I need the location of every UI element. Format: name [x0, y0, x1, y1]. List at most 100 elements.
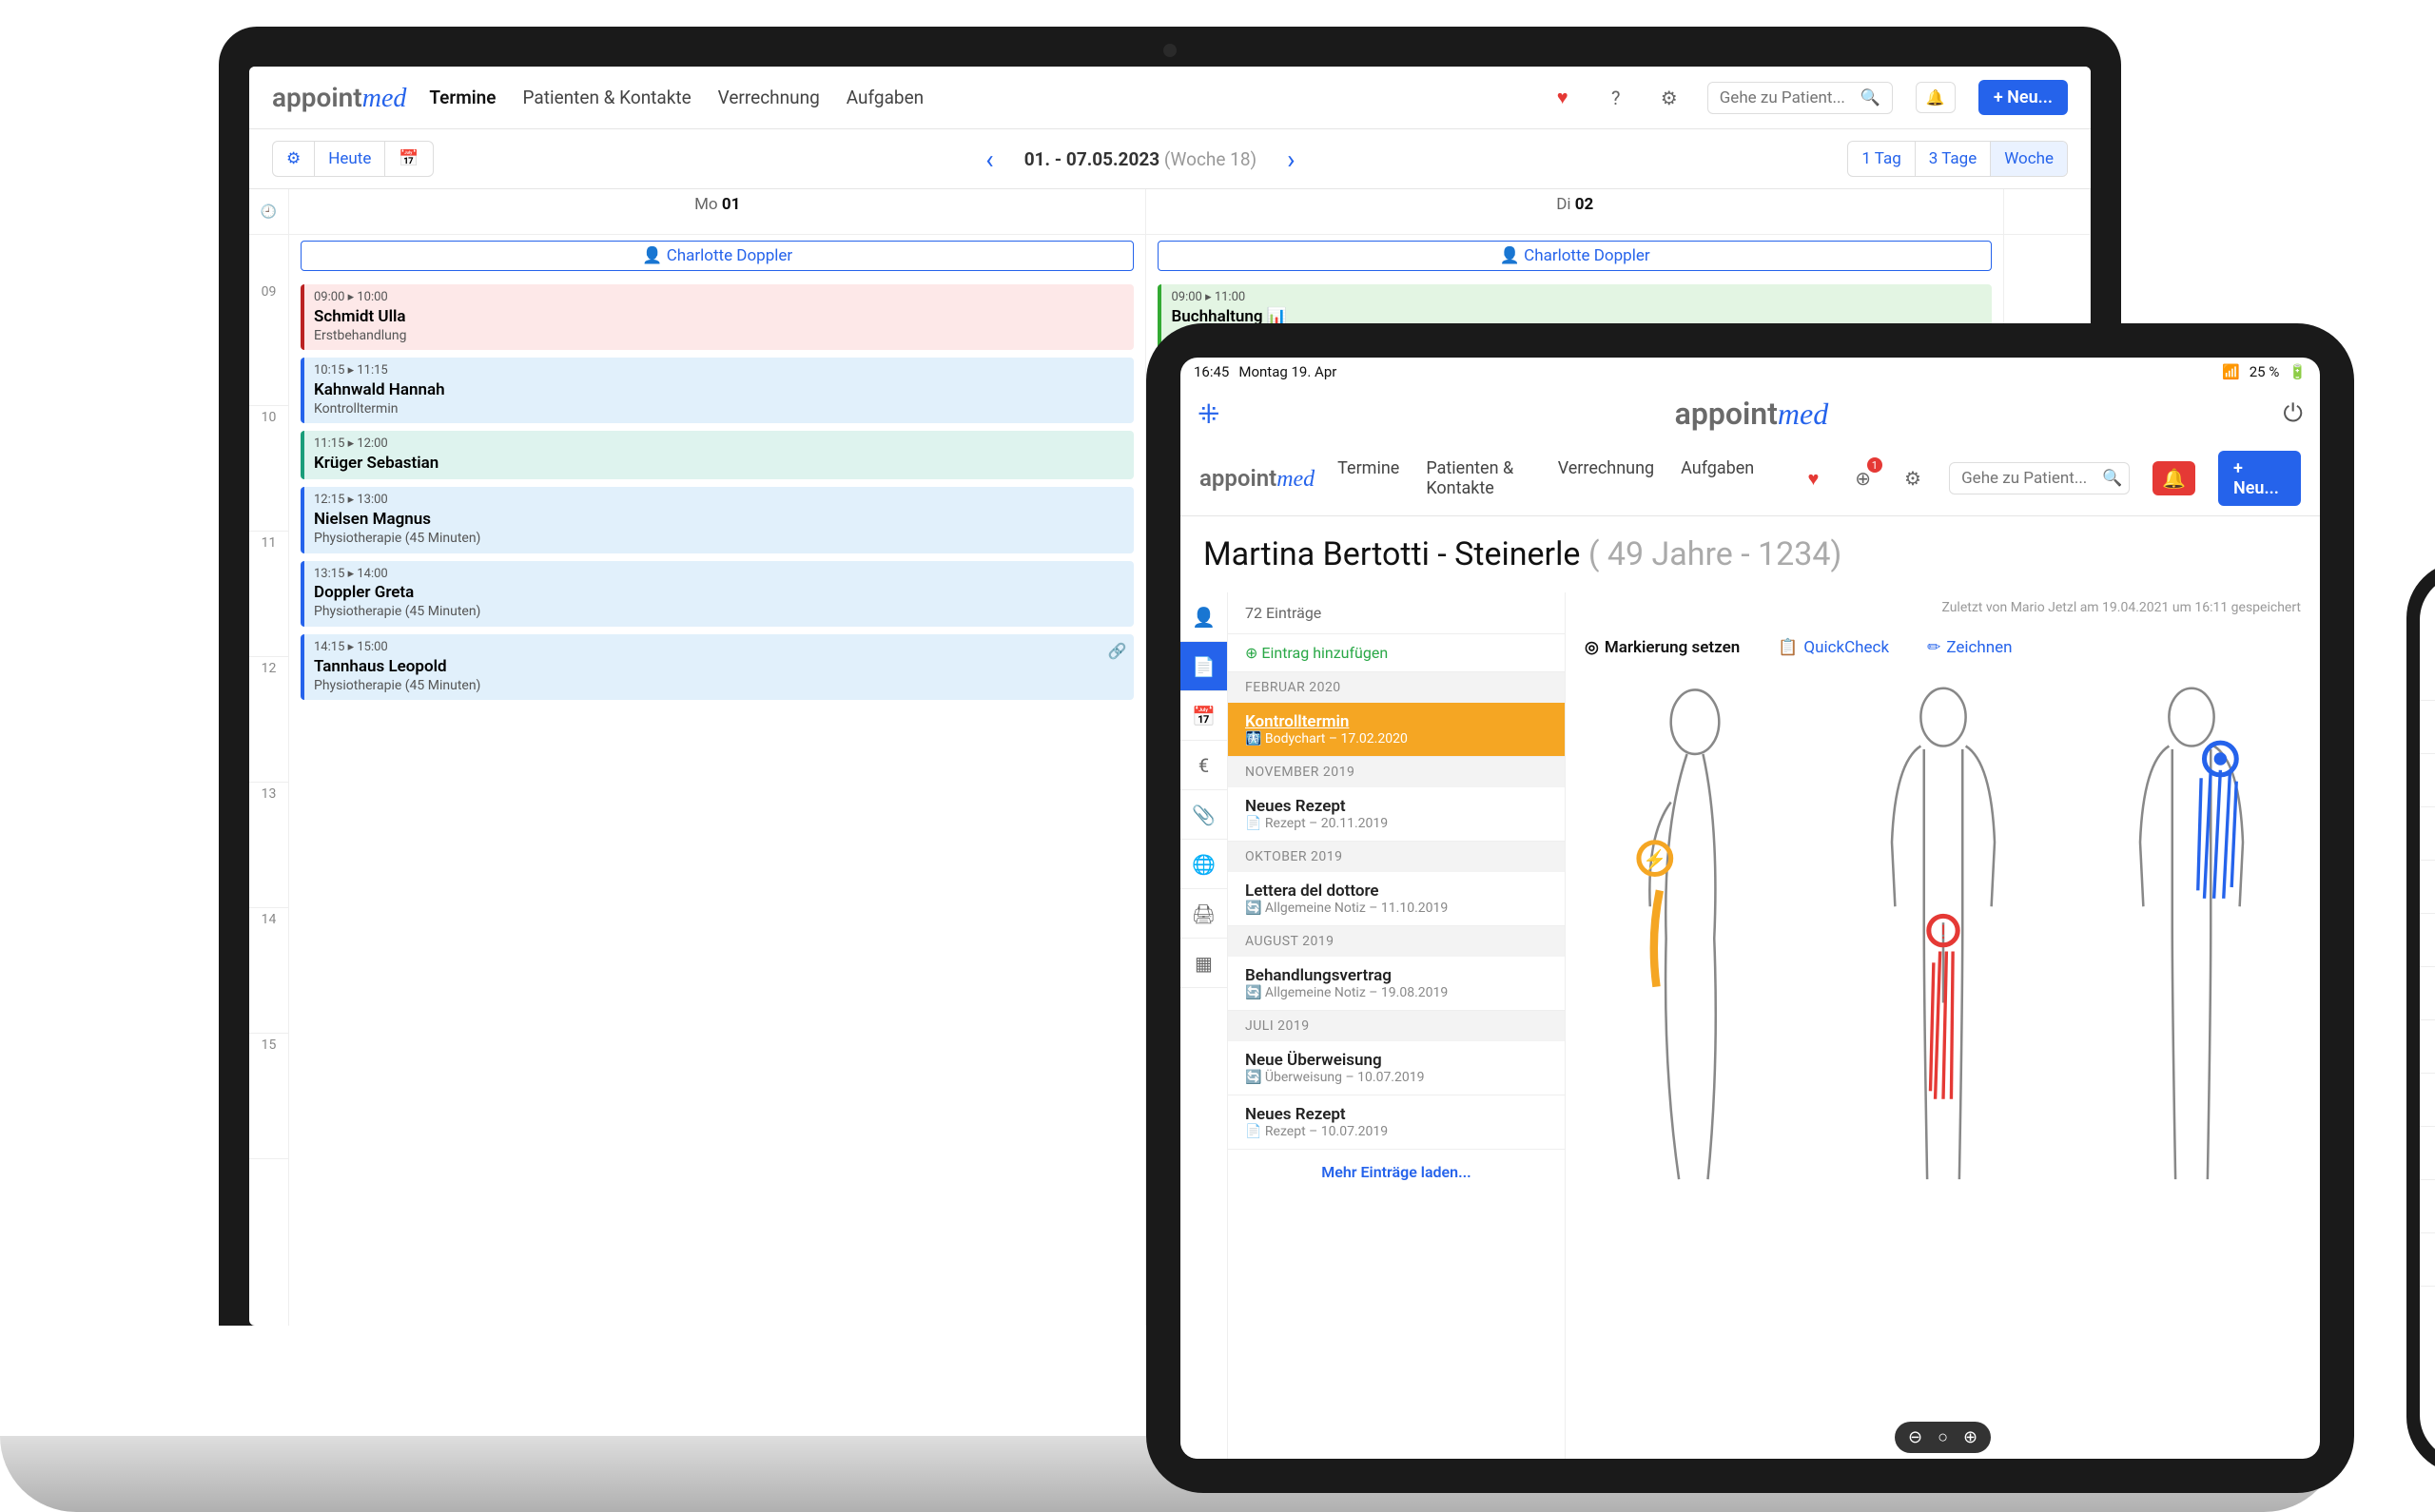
nav-aufgaben[interactable]: Aufgaben [847, 87, 924, 108]
date-range-label: 01. - 07.05.2023 (Woche 18) [1024, 148, 1256, 170]
prev-week-button[interactable]: ‹ [966, 144, 1012, 175]
search-input[interactable] [1720, 88, 1853, 107]
search-icon: 🔍 [1860, 88, 1880, 107]
side-print-icon[interactable]: 🖨 [1180, 889, 1227, 939]
calendar-slot[interactable]: 09:00 ▸ 10:00Schmidt UllaErstbehandlung [301, 284, 1134, 350]
qr-icon[interactable]: ⁜ [1198, 398, 1219, 430]
patient-list-item[interactable]: Habenbacher Mario📞 [2420, 914, 2435, 967]
view-3day[interactable]: 3 Tage [1916, 142, 1991, 176]
zoom-reset-button[interactable]: ○ [1938, 1427, 1948, 1447]
bodychart-tools: ◎ Markierung setzen 📋 QuickCheck ✏ Zeich… [1585, 623, 2301, 672]
tool-quickcheck[interactable]: 📋 QuickCheck [1778, 638, 1889, 657]
patient-list-item[interactable]: Gunkl Bernhard📞 [2420, 861, 2435, 914]
tablet-bezel: 16:45 Montag 19. Apr 📶 25 % 🔋 ⁜ appointm… [1146, 323, 2354, 1493]
tool-marker[interactable]: ◎ Markierung setzen [1585, 638, 1740, 657]
nav-verrechnung[interactable]: Verrechnung [1558, 458, 1654, 498]
alerts-icon[interactable]: ⊕ [1850, 463, 1877, 494]
nav-termine[interactable]: Termine [429, 87, 496, 108]
day-header: Di 02 [1146, 189, 2002, 235]
battery-icon: 🔋 [2289, 363, 2307, 380]
therapist-chip[interactable]: 👤 Charlotte Doppler [1158, 241, 1991, 271]
laptop-topbar: appointmed Termine Patienten & Kontakte … [249, 67, 2091, 129]
next-week-button[interactable]: › [1268, 144, 1314, 175]
add-entry-button[interactable]: ⊕ Eintrag hinzufügen [1228, 634, 1565, 672]
view-week[interactable]: Woche [1991, 142, 2067, 176]
patient-list-item[interactable]: Grootinger Markus📞 [2420, 754, 2435, 807]
nav-patienten[interactable]: Patienten & Kontakte [1426, 458, 1530, 498]
phone-statusbar: 15:20 ↗ ••• 📶 🔋 [2420, 574, 2435, 607]
day-slots: 09:00 ▸ 10:00Schmidt UllaErstbehandlung 1… [289, 277, 1145, 1326]
new-button[interactable]: + Neu... [2218, 451, 2301, 506]
entry-item[interactable]: Neues Rezept📄 Rezept – 10.07.2019 [1228, 1095, 1565, 1150]
patient-list-item[interactable]: Gruber Stefan📞 [2420, 807, 2435, 861]
heart-icon[interactable]: ♥ [1548, 83, 1578, 113]
side-calendar-icon[interactable]: 📅 [1180, 691, 1227, 741]
calendar-slot[interactable]: 13:15 ▸ 14:00Doppler GretaPhysiotherapie… [301, 561, 1134, 627]
help-icon[interactable]: ? [1601, 83, 1631, 113]
phone-app-row: ⁜ appointmed ⏻ [2420, 607, 2435, 649]
today-button[interactable]: Heute [315, 142, 385, 176]
nav-verrechnung[interactable]: Verrechnung [718, 87, 820, 108]
new-button[interactable]: + Neu... [1978, 80, 2068, 115]
body-back-view[interactable] [2111, 682, 2272, 1195]
patient-list-item[interactable]: Höllbacher Fabio📞 [2420, 1233, 2435, 1287]
body-side-view[interactable]: ⚡ [1614, 682, 1776, 1195]
entry-item[interactable]: Kontrolltermin🩻 Bodychart – 17.02.2020 [1228, 703, 1565, 757]
zoom-control: ⊖ ○ ⊕ [1895, 1422, 1991, 1453]
power-icon[interactable]: ⏻ [2283, 399, 2303, 429]
patient-list-item[interactable]: Hofer Markus📞 [2420, 1074, 2435, 1127]
side-document-icon[interactable]: 📄 [1180, 642, 1227, 691]
zoom-in-button[interactable]: ⊕ [1963, 1427, 1977, 1447]
body-front-view[interactable]: ! [1862, 682, 2024, 1195]
settings-icon[interactable]: ⚙ [1899, 463, 1926, 494]
entry-item[interactable]: Behandlungsvertrag🔄 Allgemeine Notiz – 1… [1228, 957, 1565, 1011]
bodychart-panel: Zuletzt von Mario Jetzl am 19.04.2021 um… [1566, 592, 2320, 1459]
side-person-icon[interactable]: 👤 [1180, 592, 1227, 642]
phone-screen: 15:20 ↗ ••• 📶 🔋 ⁜ appointmed ⏻ appointme… [2420, 574, 2435, 1461]
side-qr-icon[interactable]: ▦ [1180, 939, 1227, 988]
calendar-slot[interactable]: 12:15 ▸ 13:00Nielsen MagnusPhysiotherapi… [301, 487, 1134, 552]
body-views[interactable]: ⚡ ! [1585, 672, 2301, 1422]
day-column-mo: Mo 01 👤 Charlotte Doppler 09:00 ▸ 10:00S… [289, 189, 1146, 1326]
entry-item[interactable]: Neues Rezept📄 Rezept – 20.11.2019 [1228, 787, 1565, 842]
search-input[interactable] [1961, 469, 2094, 488]
patient-list-item[interactable]: Haglerer Elisabeth📞 [2420, 967, 2435, 1020]
patient-list-item[interactable]: Heinz Mario📞 [2420, 1020, 2435, 1074]
entry-item[interactable]: Lettera del dottore🔄 Allgemeine Notiz – … [1228, 872, 1565, 926]
tool-draw[interactable]: ✏ Zeichnen [1927, 638, 2012, 657]
tablet-screen: 16:45 Montag 19. Apr 📶 25 % 🔋 ⁜ appointm… [1180, 358, 2320, 1459]
calendar-slot[interactable]: 14:15 ▸ 15:00Tannhaus LeopoldPhysiothera… [301, 634, 1134, 700]
heart-icon[interactable]: ♥ [1800, 463, 1826, 494]
hour-label: 09 [249, 281, 288, 406]
hour-label: 12 [249, 657, 288, 783]
entry-item[interactable]: Neue Überweisung🔄 Überweisung – 10.07.20… [1228, 1041, 1565, 1095]
view-1day[interactable]: 1 Tag [1848, 142, 1915, 176]
notifications-button[interactable]: 🔔 [2153, 461, 2195, 495]
notifications-button[interactable]: 🔔 [1916, 82, 1956, 113]
therapist-chip[interactable]: 👤 Charlotte Doppler [301, 241, 1134, 271]
patient-title: Martina Bertotti - Steinerle ( 49 Jahre … [1180, 516, 2320, 592]
filter-button[interactable]: ⚙ [273, 142, 315, 176]
view-toggle: 1 Tag 3 Tage Woche [1847, 141, 2068, 177]
nav-patienten[interactable]: Patienten & Kontakte [523, 87, 692, 108]
time-gutter: 🕘 09 10 11 12 13 14 15 [249, 189, 289, 1326]
patient-list[interactable]: Erfinder Gernot📞Grootinger Markus📞Gruber… [2420, 701, 2435, 1461]
calendar-slot[interactable]: 10:15 ▸ 11:15Kahnwald HannahKontrollterm… [301, 358, 1134, 423]
patient-list-item[interactable]: Huber Florian📞 [2420, 1127, 2435, 1180]
hour-label: 15 [249, 1034, 288, 1159]
calendar-slot[interactable]: 11:15 ▸ 12:00Krüger Sebastian [301, 431, 1134, 479]
zoom-out-button[interactable]: ⊖ [1908, 1427, 1922, 1447]
search-box[interactable]: 🔍 [1707, 82, 1893, 114]
settings-icon[interactable]: ⚙ [1654, 83, 1685, 113]
patient-list-item[interactable]: Erfinder Gernot📞 [2420, 701, 2435, 754]
side-attachment-icon[interactable]: 📎 [1180, 790, 1227, 840]
search-box[interactable]: 🔍 [1949, 462, 2130, 494]
side-globe-icon[interactable]: 🌐 [1180, 840, 1227, 889]
nav-termine[interactable]: Termine [1337, 458, 1399, 498]
side-euro-icon[interactable]: € [1180, 741, 1227, 790]
day-header: Mo 01 [289, 189, 1145, 235]
load-more-button[interactable]: Mehr Einträge laden... [1228, 1150, 1565, 1194]
nav-aufgaben[interactable]: Aufgaben [1681, 458, 1754, 498]
calendar-button[interactable]: 📅 [385, 142, 432, 176]
patient-list-item[interactable]: Huber Karl📞 [2420, 1180, 2435, 1233]
